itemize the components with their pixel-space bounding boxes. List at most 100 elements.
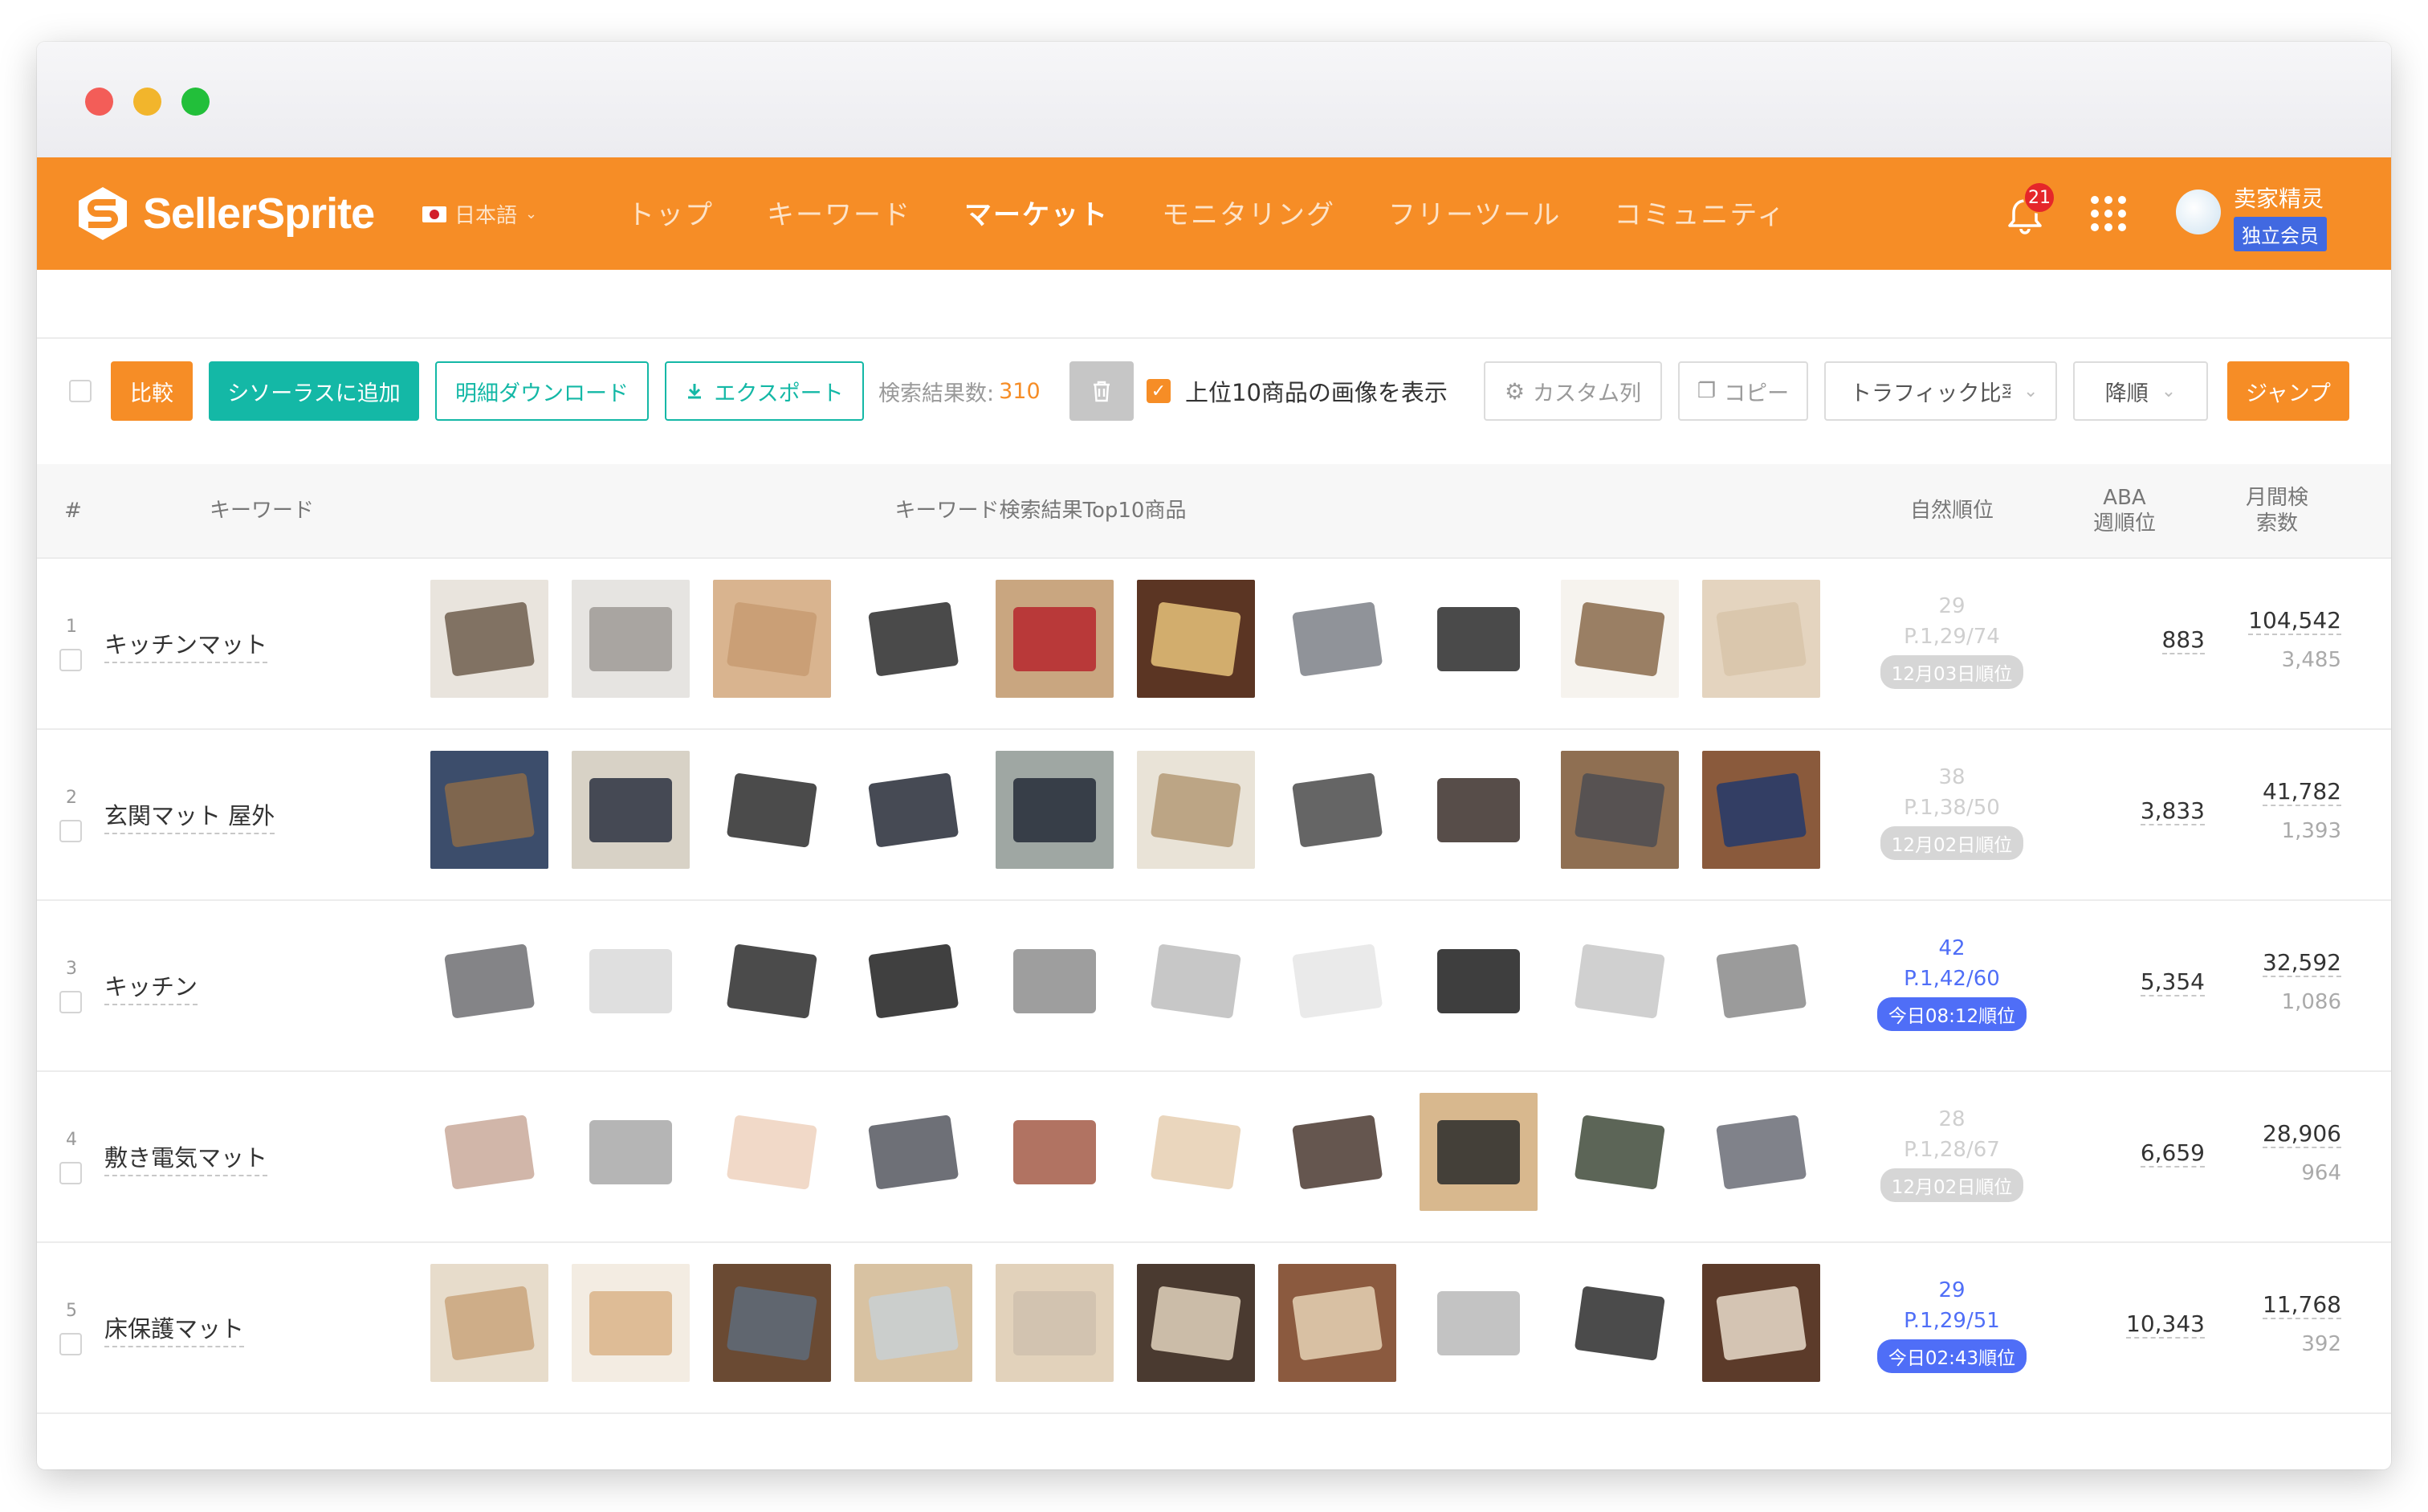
header-organic-rank[interactable]: 自然順位 [1876, 498, 2028, 524]
nav-item-top[interactable]: トップ [627, 193, 714, 232]
minimize-window-button[interactable] [133, 88, 161, 116]
keyword-link[interactable]: 敷き電気マット [104, 1139, 268, 1176]
product-thumbnail[interactable] [1420, 922, 1538, 1040]
aba-rank-cell[interactable]: 883 [2076, 626, 2205, 654]
product-thumbnail[interactable] [1137, 922, 1255, 1040]
nav-item-keyword[interactable]: キーワード [767, 193, 911, 232]
product-thumbnail[interactable] [572, 1093, 690, 1211]
row-checkbox[interactable] [59, 1333, 82, 1355]
product-thumbnail[interactable] [430, 922, 548, 1040]
copy-button[interactable]: ❐ コピー [1678, 361, 1808, 421]
language-selector[interactable]: 日本語 ⌄ [422, 199, 537, 229]
keyword-link[interactable]: 床保護マット [104, 1310, 245, 1347]
row-checkbox[interactable] [59, 649, 82, 671]
product-thumbnail[interactable] [713, 751, 831, 869]
product-thumbnail[interactable] [1561, 1264, 1679, 1382]
product-thumbnail[interactable] [572, 751, 690, 869]
product-thumbnail[interactable] [996, 1093, 1114, 1211]
product-thumbnail[interactable] [1278, 580, 1396, 698]
product-thumbnail[interactable] [430, 1264, 548, 1382]
keyword-link[interactable]: キッチンマット [104, 626, 268, 663]
header-monthly-search[interactable]: 月間検 索数 [2221, 485, 2333, 536]
product-thumbnail[interactable] [1702, 580, 1820, 698]
delete-button[interactable] [1069, 361, 1134, 421]
keyword-link[interactable]: 玄関マット 屋外 [104, 797, 275, 834]
product-thumbnail[interactable] [1278, 1093, 1396, 1211]
add-thesaurus-button[interactable]: シソーラスに追加 [209, 361, 419, 421]
product-thumbnail[interactable] [430, 751, 548, 869]
product-thumbnail[interactable] [1278, 1264, 1396, 1382]
product-thumbnail[interactable] [996, 751, 1114, 869]
close-window-button[interactable] [85, 88, 113, 116]
sort-field-select[interactable]: トラフィック比率 ⌄ [1824, 361, 2057, 421]
user-name[interactable]: 卖家精灵 [2234, 181, 2324, 214]
product-thumbnail[interactable] [1561, 751, 1679, 869]
product-thumbnail[interactable] [1420, 1264, 1538, 1382]
product-thumbnail[interactable] [1137, 751, 1255, 869]
product-thumbnail[interactable] [854, 580, 972, 698]
row-checkbox[interactable] [59, 820, 82, 842]
monthly-search-cell[interactable]: 41,782 1,393 [2237, 778, 2341, 843]
product-thumbnail[interactable] [1561, 580, 1679, 698]
export-button[interactable]: エクスポート [665, 361, 864, 421]
organic-rank-cell[interactable]: 29 P.1,29/51 今日02:43順位 [1876, 1275, 2028, 1373]
keyword-link[interactable]: キッチン [104, 968, 198, 1005]
organic-rank-cell[interactable]: 28 P.1,28/67 12月02日順位 [1876, 1104, 2028, 1202]
product-thumbnail[interactable] [713, 922, 831, 1040]
select-all-checkbox[interactable] [69, 380, 92, 402]
product-thumbnail[interactable] [572, 580, 690, 698]
row-checkbox[interactable] [59, 1162, 82, 1184]
product-thumbnail[interactable] [1561, 1093, 1679, 1211]
user-avatar[interactable] [2176, 190, 2221, 234]
product-thumbnail[interactable] [572, 922, 690, 1040]
monthly-search-cell[interactable]: 104,542 3,485 [2237, 607, 2341, 672]
sellersprite-logo[interactable]: SellerSprite [74, 185, 375, 242]
product-thumbnail[interactable] [854, 1093, 972, 1211]
aba-rank-cell[interactable]: 5,354 [2076, 968, 2205, 996]
apps-grid-icon[interactable] [2091, 196, 2126, 231]
detail-download-button[interactable]: 明細ダウンロード [435, 361, 649, 421]
organic-rank-cell[interactable]: 38 P.1,38/50 12月02日順位 [1876, 762, 2028, 860]
nav-item-monitoring[interactable]: モニタリング [1162, 193, 1335, 232]
product-thumbnail[interactable] [1137, 1093, 1255, 1211]
product-thumbnail[interactable] [713, 580, 831, 698]
custom-columns-button[interactable]: ⚙ カスタム列 [1484, 361, 1662, 421]
product-thumbnail[interactable] [854, 751, 972, 869]
sort-order-select[interactable]: 降順 ⌄ [2073, 361, 2208, 421]
nav-item-community[interactable]: コミュニティ [1614, 193, 1786, 232]
maximize-window-button[interactable] [181, 88, 210, 116]
product-thumbnail[interactable] [1420, 1093, 1538, 1211]
organic-rank-cell[interactable]: 29 P.1,29/74 12月03日順位 [1876, 591, 2028, 689]
product-thumbnail[interactable] [430, 580, 548, 698]
jump-button[interactable]: ジャンプ [2227, 361, 2349, 421]
product-thumbnail[interactable] [1278, 751, 1396, 869]
aba-rank-cell[interactable]: 10,343 [2076, 1310, 2205, 1339]
header-keyword[interactable]: キーワード [181, 498, 342, 524]
row-checkbox[interactable] [59, 991, 82, 1013]
product-thumbnail[interactable] [1561, 922, 1679, 1040]
nav-item-market[interactable]: マーケット [964, 193, 1109, 232]
monthly-search-cell[interactable]: 28,906 964 [2237, 1120, 2341, 1185]
product-thumbnail[interactable] [1702, 1264, 1820, 1382]
product-thumbnail[interactable] [1278, 922, 1396, 1040]
product-thumbnail[interactable] [854, 1264, 972, 1382]
product-thumbnail[interactable] [1420, 580, 1538, 698]
monthly-search-cell[interactable]: 11,768 392 [2237, 1291, 2341, 1356]
product-thumbnail[interactable] [1702, 1093, 1820, 1211]
product-thumbnail[interactable] [1137, 1264, 1255, 1382]
header-aba-rank[interactable]: ABA 週順位 [2068, 485, 2181, 536]
product-thumbnail[interactable] [996, 1264, 1114, 1382]
product-thumbnail[interactable] [1420, 751, 1538, 869]
organic-rank-cell[interactable]: 42 P.1,42/60 今日08:12順位 [1876, 933, 2028, 1031]
compare-button[interactable]: 比較 [111, 361, 193, 421]
show-top10-images-toggle[interactable]: ✓ 上位10商品の画像を表示 [1147, 361, 1448, 421]
nav-item-free-tools[interactable]: フリーツール [1388, 193, 1561, 232]
product-thumbnail[interactable] [996, 580, 1114, 698]
product-thumbnail[interactable] [996, 922, 1114, 1040]
product-thumbnail[interactable] [1702, 751, 1820, 869]
product-thumbnail[interactable] [713, 1264, 831, 1382]
product-thumbnail[interactable] [713, 1093, 831, 1211]
product-thumbnail[interactable] [854, 922, 972, 1040]
product-thumbnail[interactable] [1137, 580, 1255, 698]
aba-rank-cell[interactable]: 6,659 [2076, 1139, 2205, 1168]
